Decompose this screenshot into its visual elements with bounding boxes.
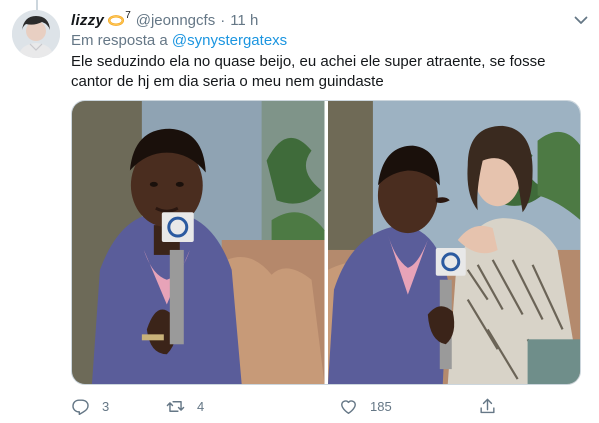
reply-count: 3 — [102, 399, 110, 414]
user-handle[interactable]: @jeonngcfs — [136, 12, 215, 29]
retweet-icon — [166, 401, 185, 412]
tweet-actions: 3 4 185 — [71, 395, 501, 419]
tweet-time[interactable]: 11 h — [230, 12, 258, 29]
like-count: 185 — [370, 399, 392, 414]
name-superscript: 7 — [125, 9, 131, 21]
media-photo-1[interactable] — [72, 101, 325, 384]
reply-button[interactable]: 3 — [71, 397, 109, 416]
avatar[interactable] — [12, 10, 60, 58]
media-photo-2[interactable] — [327, 101, 580, 384]
separator-dot: · — [220, 11, 226, 29]
media-grid — [71, 100, 581, 385]
heart-icon — [341, 400, 356, 414]
hoop-earring-emoji-icon — [108, 14, 125, 26]
tweet-text: Ele seduzindo ela no quase beijo, eu ach… — [71, 53, 546, 90]
tweet-header: lizzy 7 @jeonngcfs · 11 h — [71, 10, 258, 30]
avatar-image — [12, 10, 60, 58]
retweet-count: 4 — [197, 399, 205, 414]
reply-mention-link[interactable]: @synystergatexs — [172, 32, 287, 49]
display-name[interactable]: lizzy — [71, 12, 104, 29]
share-icon — [480, 398, 495, 414]
more-options-button[interactable] — [571, 10, 591, 30]
share-button[interactable] — [478, 397, 497, 416]
retweet-button[interactable]: 4 — [166, 397, 204, 416]
reply-prefix: Em resposta a — [71, 32, 168, 49]
reply-context: Em resposta a @synystergatexs — [71, 32, 287, 49]
chevron-down-icon — [574, 16, 588, 24]
reply-icon — [72, 399, 89, 416]
like-button[interactable]: 185 — [339, 397, 392, 416]
